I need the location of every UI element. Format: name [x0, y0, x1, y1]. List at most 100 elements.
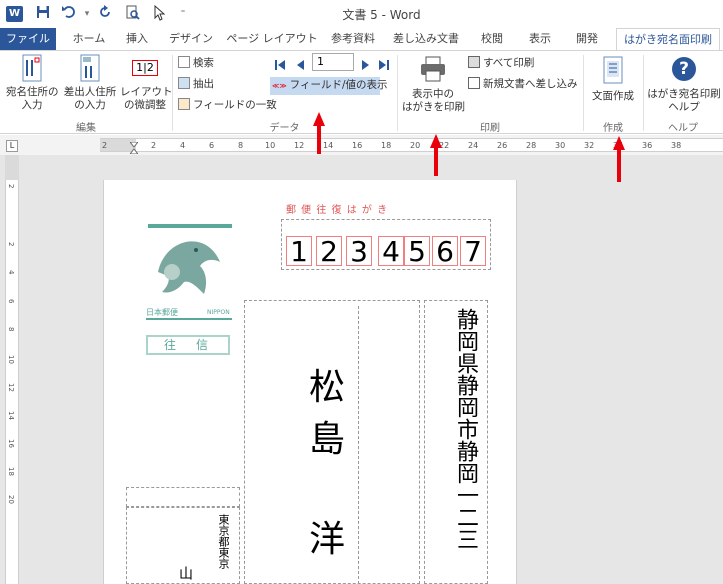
stamp-brand: 日本郵便: [146, 308, 178, 317]
postal-digit: 4: [378, 236, 404, 267]
print-current-label-1: 表示中の: [412, 88, 454, 100]
ruler-number: 2: [102, 141, 108, 150]
group-label-print: 印刷: [480, 123, 500, 134]
layout-adjust-button[interactable]: 1|2 レイアウト の微調整: [120, 54, 173, 111]
abc-field-icon: ≪≫: [272, 82, 287, 90]
vruler-number: 14: [7, 411, 15, 420]
tab-mailings[interactable]: 差し込み文書: [386, 28, 466, 50]
merge-new-label: 新規文書へ差し込み: [483, 78, 578, 90]
vruler-number: 18: [7, 467, 15, 476]
ruler-number: 2: [151, 141, 157, 150]
postal-digit: 2: [316, 236, 342, 267]
sender-name: 山: [177, 566, 193, 580]
tab-references[interactable]: 参考資料: [322, 28, 384, 50]
dolphin-stamp-icon: [150, 232, 230, 304]
print-current-postcard-button[interactable]: 表示中の はがきを印刷: [402, 54, 465, 113]
tab-stop-selector[interactable]: L: [6, 140, 18, 152]
title-bar: W ▾ ⁼ 文書 5 - Word: [0, 0, 723, 28]
extract-icon: [178, 77, 190, 89]
stamp-label: NIPPON: [207, 309, 230, 316]
sender-address-label-2: の入力: [74, 99, 106, 111]
previous-record-icon[interactable]: [294, 56, 306, 70]
ruler-number: 6: [209, 141, 215, 150]
vruler-number: 10: [7, 355, 15, 364]
postal-digit: 1: [286, 236, 312, 267]
recipient-name-char: 洋: [308, 519, 345, 560]
recipient-address-label-2: 入力: [21, 99, 43, 111]
group-label-data: データ: [269, 123, 300, 134]
first-record-icon[interactable]: [274, 56, 286, 70]
tab-home[interactable]: ホーム: [62, 28, 116, 50]
next-record-icon[interactable]: [360, 56, 372, 70]
field-value-toggle-button[interactable]: ≪≫ フィールド/値の表示: [270, 77, 387, 95]
tab-insert[interactable]: 挿入: [116, 28, 158, 50]
ruler-number: 28: [526, 141, 537, 150]
postcard-help-button[interactable]: ? はがき宛名印刷 ヘルプ: [646, 54, 722, 113]
field-match-button[interactable]: フィールドの一致: [178, 97, 277, 113]
vertical-ruler[interactable]: 2 2 4 6 8 10 12 14 16 18 20: [5, 180, 19, 584]
extract-button[interactable]: 抽出: [178, 76, 214, 92]
group-label-edit: 編集: [76, 123, 96, 134]
record-number-input[interactable]: 1: [312, 53, 354, 71]
ruler-number: 10: [265, 141, 276, 150]
tab-design[interactable]: デザイン: [160, 28, 222, 50]
create-document-button[interactable]: 文面作成: [586, 54, 640, 110]
sender-card-icon: [80, 54, 100, 82]
annotation-arrow-shaft: [617, 148, 621, 182]
name-column-divider: [358, 306, 359, 584]
layout-adjust-icon: 1|2: [132, 60, 158, 76]
address-card-icon: [22, 54, 42, 82]
field-match-label: フィールドの一致: [193, 99, 277, 111]
search-icon: [178, 56, 190, 68]
ruler-number: 4: [180, 141, 186, 150]
vruler-number: 12: [7, 383, 15, 392]
create-document-label: 文面作成: [592, 90, 634, 102]
ribbon-tabs: ファイル ホーム 挿入 デザイン ページ レイアウト 参考資料 差し込み文書 校…: [0, 28, 723, 51]
vruler-number: 8: [7, 327, 15, 332]
ruler-number: 18: [381, 141, 392, 150]
help-label-2: ヘルプ: [668, 101, 700, 113]
horizontal-ruler[interactable]: 2 2 4 6 8 10 12 14 16 18 20 22 24 26 28 …: [100, 138, 723, 155]
tab-postcard-address[interactable]: はがき宛名面印刷: [616, 28, 720, 51]
indent-marker-icon[interactable]: [128, 139, 140, 155]
print-all-icon: [468, 56, 480, 68]
sender-address: 東京都東京: [217, 514, 230, 569]
tab-developer[interactable]: 開発: [564, 28, 610, 50]
ruler-number: 26: [497, 141, 508, 150]
recipient-name-char: 松: [308, 367, 345, 408]
search-label: 検索: [193, 57, 214, 69]
tab-file[interactable]: ファイル: [0, 28, 56, 50]
tab-page-layout[interactable]: ページ レイアウト: [224, 28, 320, 50]
ruler-number: 20: [410, 141, 421, 150]
recipient-address-button[interactable]: 宛名住所の 入力: [6, 54, 59, 111]
merge-new-document-button[interactable]: 新規文書へ差し込み: [468, 76, 578, 92]
vruler-number: 4: [7, 270, 15, 275]
group-label-create: 作成: [603, 123, 623, 134]
printer-icon: [421, 56, 445, 82]
layout-adjust-label-2: の微調整: [124, 99, 166, 111]
stamp-top-bar: [148, 224, 232, 228]
ruler-number: 38: [671, 141, 682, 150]
print-current-label-2: はがきを印刷: [402, 101, 465, 113]
ruler-number: 16: [352, 141, 363, 150]
merge-new-icon: [468, 77, 480, 89]
extract-label: 抽出: [193, 78, 214, 90]
stamp-bottom-bar: [146, 318, 232, 320]
print-all-button[interactable]: すべて印刷: [468, 55, 534, 71]
return-mark-box: 往 信: [146, 335, 230, 355]
help-label-1: はがき宛名印刷: [647, 88, 721, 100]
ruler-number: 12: [294, 141, 305, 150]
vruler-number: 2: [7, 184, 15, 189]
postal-digit: 6: [432, 236, 458, 267]
postal-digit: 7: [460, 236, 486, 267]
last-record-icon[interactable]: [378, 56, 390, 70]
vruler-number: 2: [7, 242, 15, 247]
tab-view[interactable]: 表示: [518, 28, 562, 50]
postal-digit: 3: [346, 236, 372, 267]
sender-header-frame[interactable]: [126, 487, 240, 507]
tab-review[interactable]: 校閲: [470, 28, 514, 50]
sender-address-button[interactable]: 差出人住所 の入力: [62, 54, 118, 111]
vruler-number: 20: [7, 495, 15, 504]
search-button[interactable]: 検索: [178, 55, 214, 71]
window-title: 文書 5 - Word: [342, 8, 421, 22]
